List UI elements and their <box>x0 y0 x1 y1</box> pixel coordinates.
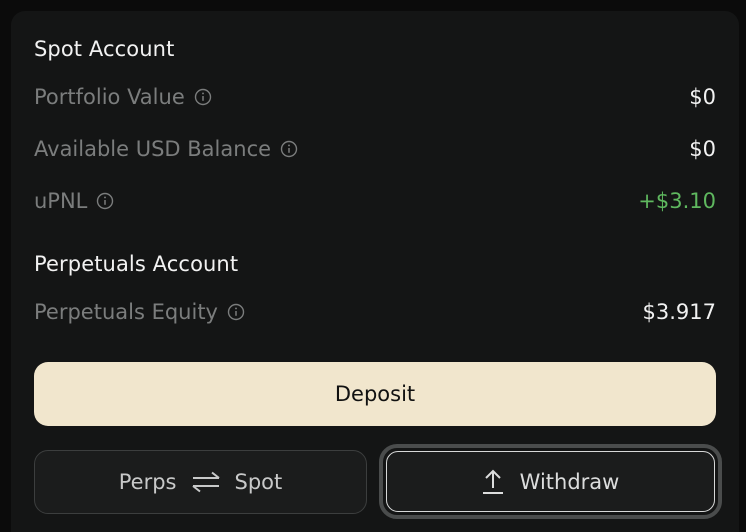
portfolio-value-label-text: Portfolio Value <box>34 85 185 109</box>
available-usd-balance-value: $0 <box>689 137 716 161</box>
perpetuals-equity-label-text: Perpetuals Equity <box>34 300 218 324</box>
perpetuals-equity-label: Perpetuals Equity <box>34 300 245 324</box>
info-icon[interactable] <box>280 140 298 158</box>
withdraw-button-label: Withdraw <box>519 469 620 494</box>
transfer-perps-spot-button[interactable]: Perps Spot <box>34 450 367 514</box>
perpetuals-equity-value: $3.917 <box>642 300 716 324</box>
deposit-button[interactable]: Deposit <box>34 362 716 426</box>
info-icon[interactable] <box>96 192 114 210</box>
available-usd-balance-label: Available USD Balance <box>34 137 298 161</box>
perpetuals-account-title: Perpetuals Account <box>34 252 239 276</box>
portfolio-value-label: Portfolio Value <box>34 85 212 109</box>
withdraw-focus-ring: Withdraw <box>379 444 722 519</box>
withdraw-button[interactable]: Withdraw <box>386 451 715 512</box>
upload-arrow-icon <box>482 468 504 496</box>
spot-account-title: Spot Account <box>34 37 175 61</box>
deposit-button-label: Deposit <box>334 382 416 406</box>
transfer-to-label: Spot <box>234 470 283 494</box>
upnl-label: uPNL <box>34 189 114 213</box>
info-icon[interactable] <box>227 303 245 321</box>
transfer-from-label: Perps <box>118 470 177 494</box>
account-panel: Spot Account Portfolio Value $0 Availabl… <box>11 11 739 532</box>
upnl-label-text: uPNL <box>34 189 88 213</box>
info-icon[interactable] <box>194 88 212 106</box>
available-usd-balance-label-text: Available USD Balance <box>34 137 272 161</box>
swap-arrows-icon <box>191 471 221 493</box>
upnl-value: +$3.10 <box>638 189 716 213</box>
portfolio-value: $0 <box>689 85 716 109</box>
